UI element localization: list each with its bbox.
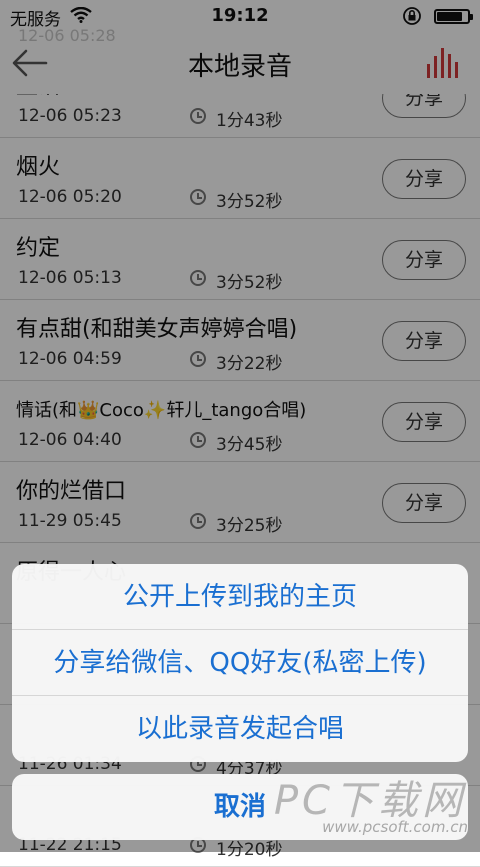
watermark-url: www.pcsoft.com.cn (322, 818, 468, 836)
action-sheet: 公开上传到我的主页 分享给微信、QQ好友(私密上传) 以此录音发起合唱 (12, 564, 468, 762)
start-chorus-button[interactable]: 以此录音发起合唱 (12, 696, 468, 762)
share-to-wechat-qq-button[interactable]: 分享给微信、QQ好友(私密上传) (12, 630, 468, 696)
publish-to-homepage-button[interactable]: 公开上传到我的主页 (12, 564, 468, 630)
